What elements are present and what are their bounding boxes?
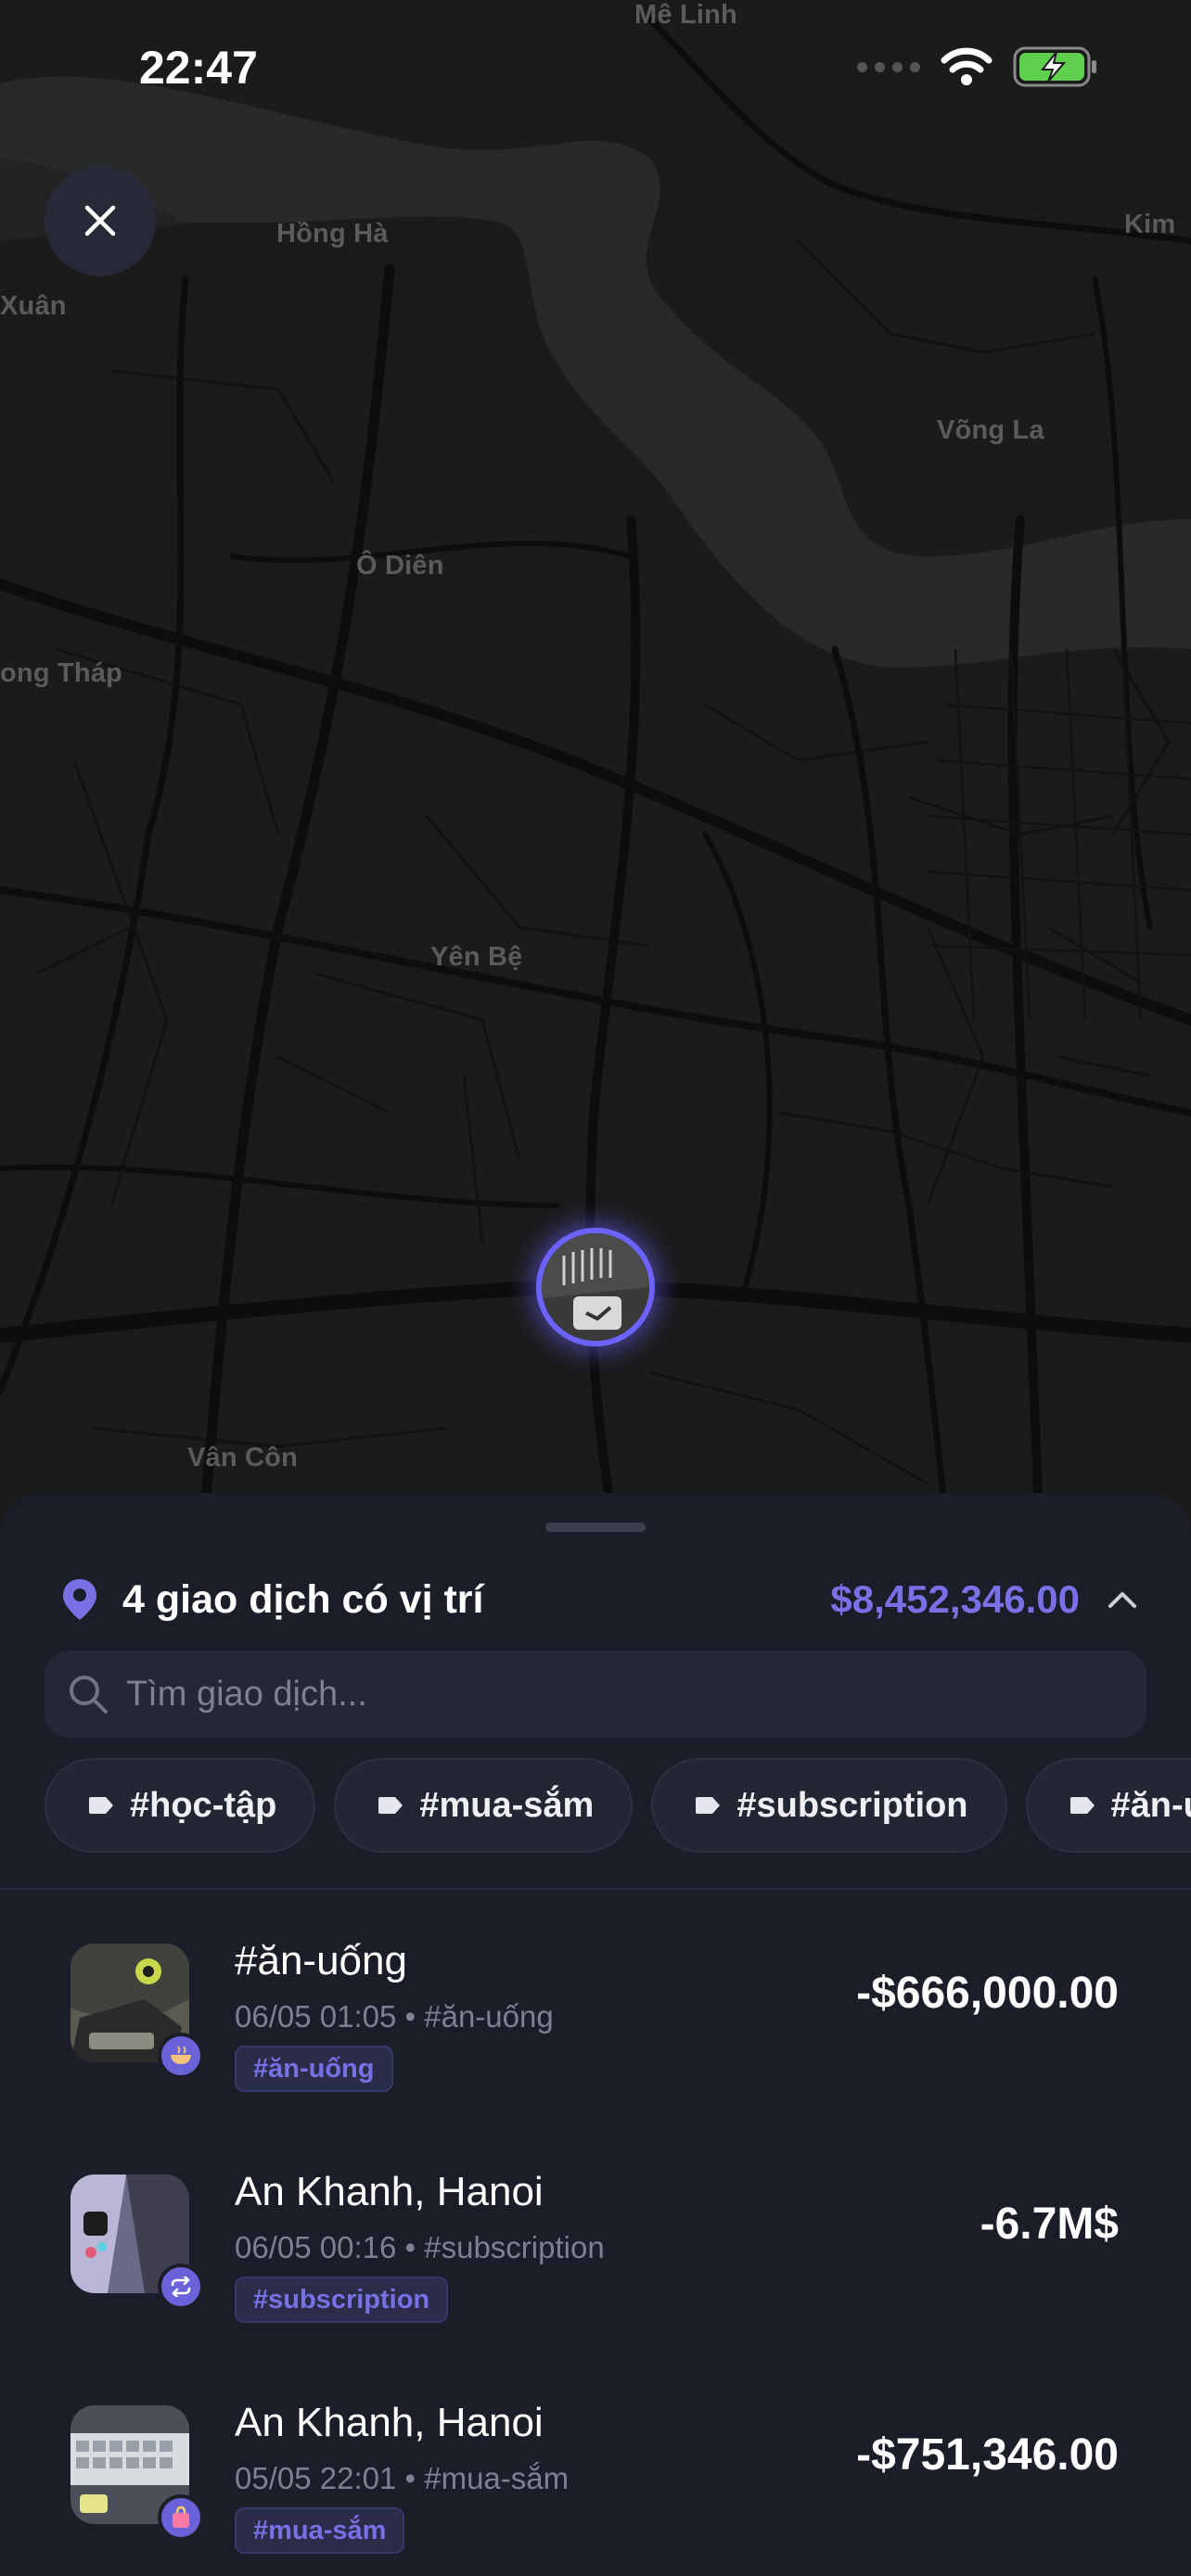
- status-icons: [857, 46, 1098, 87]
- tag-icon: [378, 1797, 403, 1814]
- sheet-grabber[interactable]: [545, 1523, 646, 1532]
- search-input[interactable]: [126, 1674, 1054, 1715]
- chevron-up-icon[interactable]: [1108, 1590, 1137, 1609]
- map-label: Kim: [1124, 210, 1176, 239]
- tag-icon: [89, 1797, 113, 1814]
- battery-charging-icon: [1013, 46, 1096, 87]
- tag-chip[interactable]: #subscription: [651, 1758, 1007, 1853]
- transaction-amount: -6.7M$: [980, 2200, 1119, 2249]
- map-label: Yên Bệ: [430, 942, 523, 972]
- map-label: Ô Diên: [356, 551, 444, 580]
- transaction-category: #ăn-uống: [424, 1999, 554, 2034]
- transaction-amount: -$666,000.00: [856, 1969, 1119, 2018]
- transaction-row[interactable]: An Khanh, Hanoi 06/05 00:16 • #subscript…: [0, 2121, 1191, 2352]
- map-label: Võng La: [937, 415, 1044, 445]
- summary-total-amount: $8,452,346.00: [830, 1577, 1080, 1621]
- transaction-category: #subscription: [424, 2230, 605, 2264]
- shopping-bag-icon: [158, 2494, 204, 2541]
- tag-chip-label: #mua-sắm: [419, 1785, 595, 1825]
- transaction-tag: #ăn-uống: [235, 2046, 393, 2092]
- cellular-signal-icon: [857, 61, 920, 72]
- summary-title: 4 giao dịch có vị trí: [122, 1576, 484, 1622]
- map-label: Hồng Hà: [276, 219, 389, 249]
- search-bar[interactable]: [45, 1651, 1146, 1738]
- food-bowl-icon: [158, 2033, 204, 2079]
- transaction-meta: 06/05 00:16 • #subscription: [235, 2230, 605, 2264]
- tag-chip[interactable]: #ăn-uống: [1025, 1758, 1191, 1853]
- tag-chip[interactable]: #mua-sắm: [334, 1758, 634, 1853]
- transaction-tag: #mua-sắm: [235, 2507, 405, 2554]
- tag-filter-chips: #học-tập #mua-sắm #subscription #ăn-uống: [45, 1758, 1191, 1853]
- map-view[interactable]: Mê Linh Hồng Hà Kim Xuân Võng La Ô Diên …: [0, 0, 1191, 1521]
- tag-chip-label: #ăn-uống: [1110, 1785, 1191, 1825]
- map-label: Vân Côn: [187, 1443, 299, 1473]
- transaction-title: An Khanh, Hanoi: [235, 2400, 544, 2445]
- transaction-title: #ăn-uống: [235, 1938, 407, 1983]
- transactions-sheet: 4 giao dịch có vị trí $8,452,346.00 #học…: [0, 1493, 1191, 2576]
- tag-chip[interactable]: #học-tập: [45, 1758, 316, 1853]
- transaction-list: #ăn-uống 06/05 01:05 • #ăn-uống #ăn-uống…: [0, 1890, 1191, 2576]
- tag-icon: [1069, 1797, 1095, 1814]
- transaction-tag: #subscription: [235, 2276, 449, 2323]
- transaction-date: 06/05 00:16: [235, 2230, 397, 2264]
- transaction-row[interactable]: #ăn-uống 06/05 01:05 • #ăn-uống #ăn-uống…: [0, 1890, 1191, 2121]
- map-label: Mê Linh: [634, 0, 737, 30]
- map-label: ong Tháp: [0, 658, 123, 688]
- tag-chip-label: #học-tập: [130, 1785, 277, 1825]
- close-icon: [84, 205, 116, 236]
- close-button[interactable]: [45, 165, 156, 276]
- wifi-icon: [941, 47, 992, 85]
- transaction-amount: -$751,346.00: [856, 2430, 1119, 2480]
- transaction-meta: 06/05 01:05 • #ăn-uống: [235, 1999, 554, 2034]
- marker-photo: [542, 1233, 649, 1341]
- transaction-row[interactable]: An Khanh, Hanoi 05/05 22:01 • #mua-sắm #…: [0, 2352, 1191, 2576]
- transaction-date: 06/05 01:05: [235, 1999, 397, 2034]
- transaction-location-marker[interactable]: [536, 1228, 655, 1346]
- transaction-date: 05/05 22:01: [235, 2461, 397, 2495]
- tag-icon: [696, 1797, 721, 1814]
- status-time: 22:47: [139, 42, 258, 94]
- transaction-meta: 05/05 22:01 • #mua-sắm: [235, 2461, 570, 2495]
- tag-chip-label: #subscription: [736, 1785, 968, 1825]
- location-pin-icon: [63, 1579, 96, 1620]
- transaction-title: An Khanh, Hanoi: [235, 2169, 544, 2214]
- search-icon: [70, 1676, 108, 1714]
- map-label: Xuân: [0, 291, 67, 321]
- repeat-icon: [158, 2264, 204, 2310]
- summary-header[interactable]: 4 giao dịch có vị trí $8,452,346.00: [61, 1567, 1137, 1632]
- transaction-category: #mua-sắm: [424, 2461, 570, 2495]
